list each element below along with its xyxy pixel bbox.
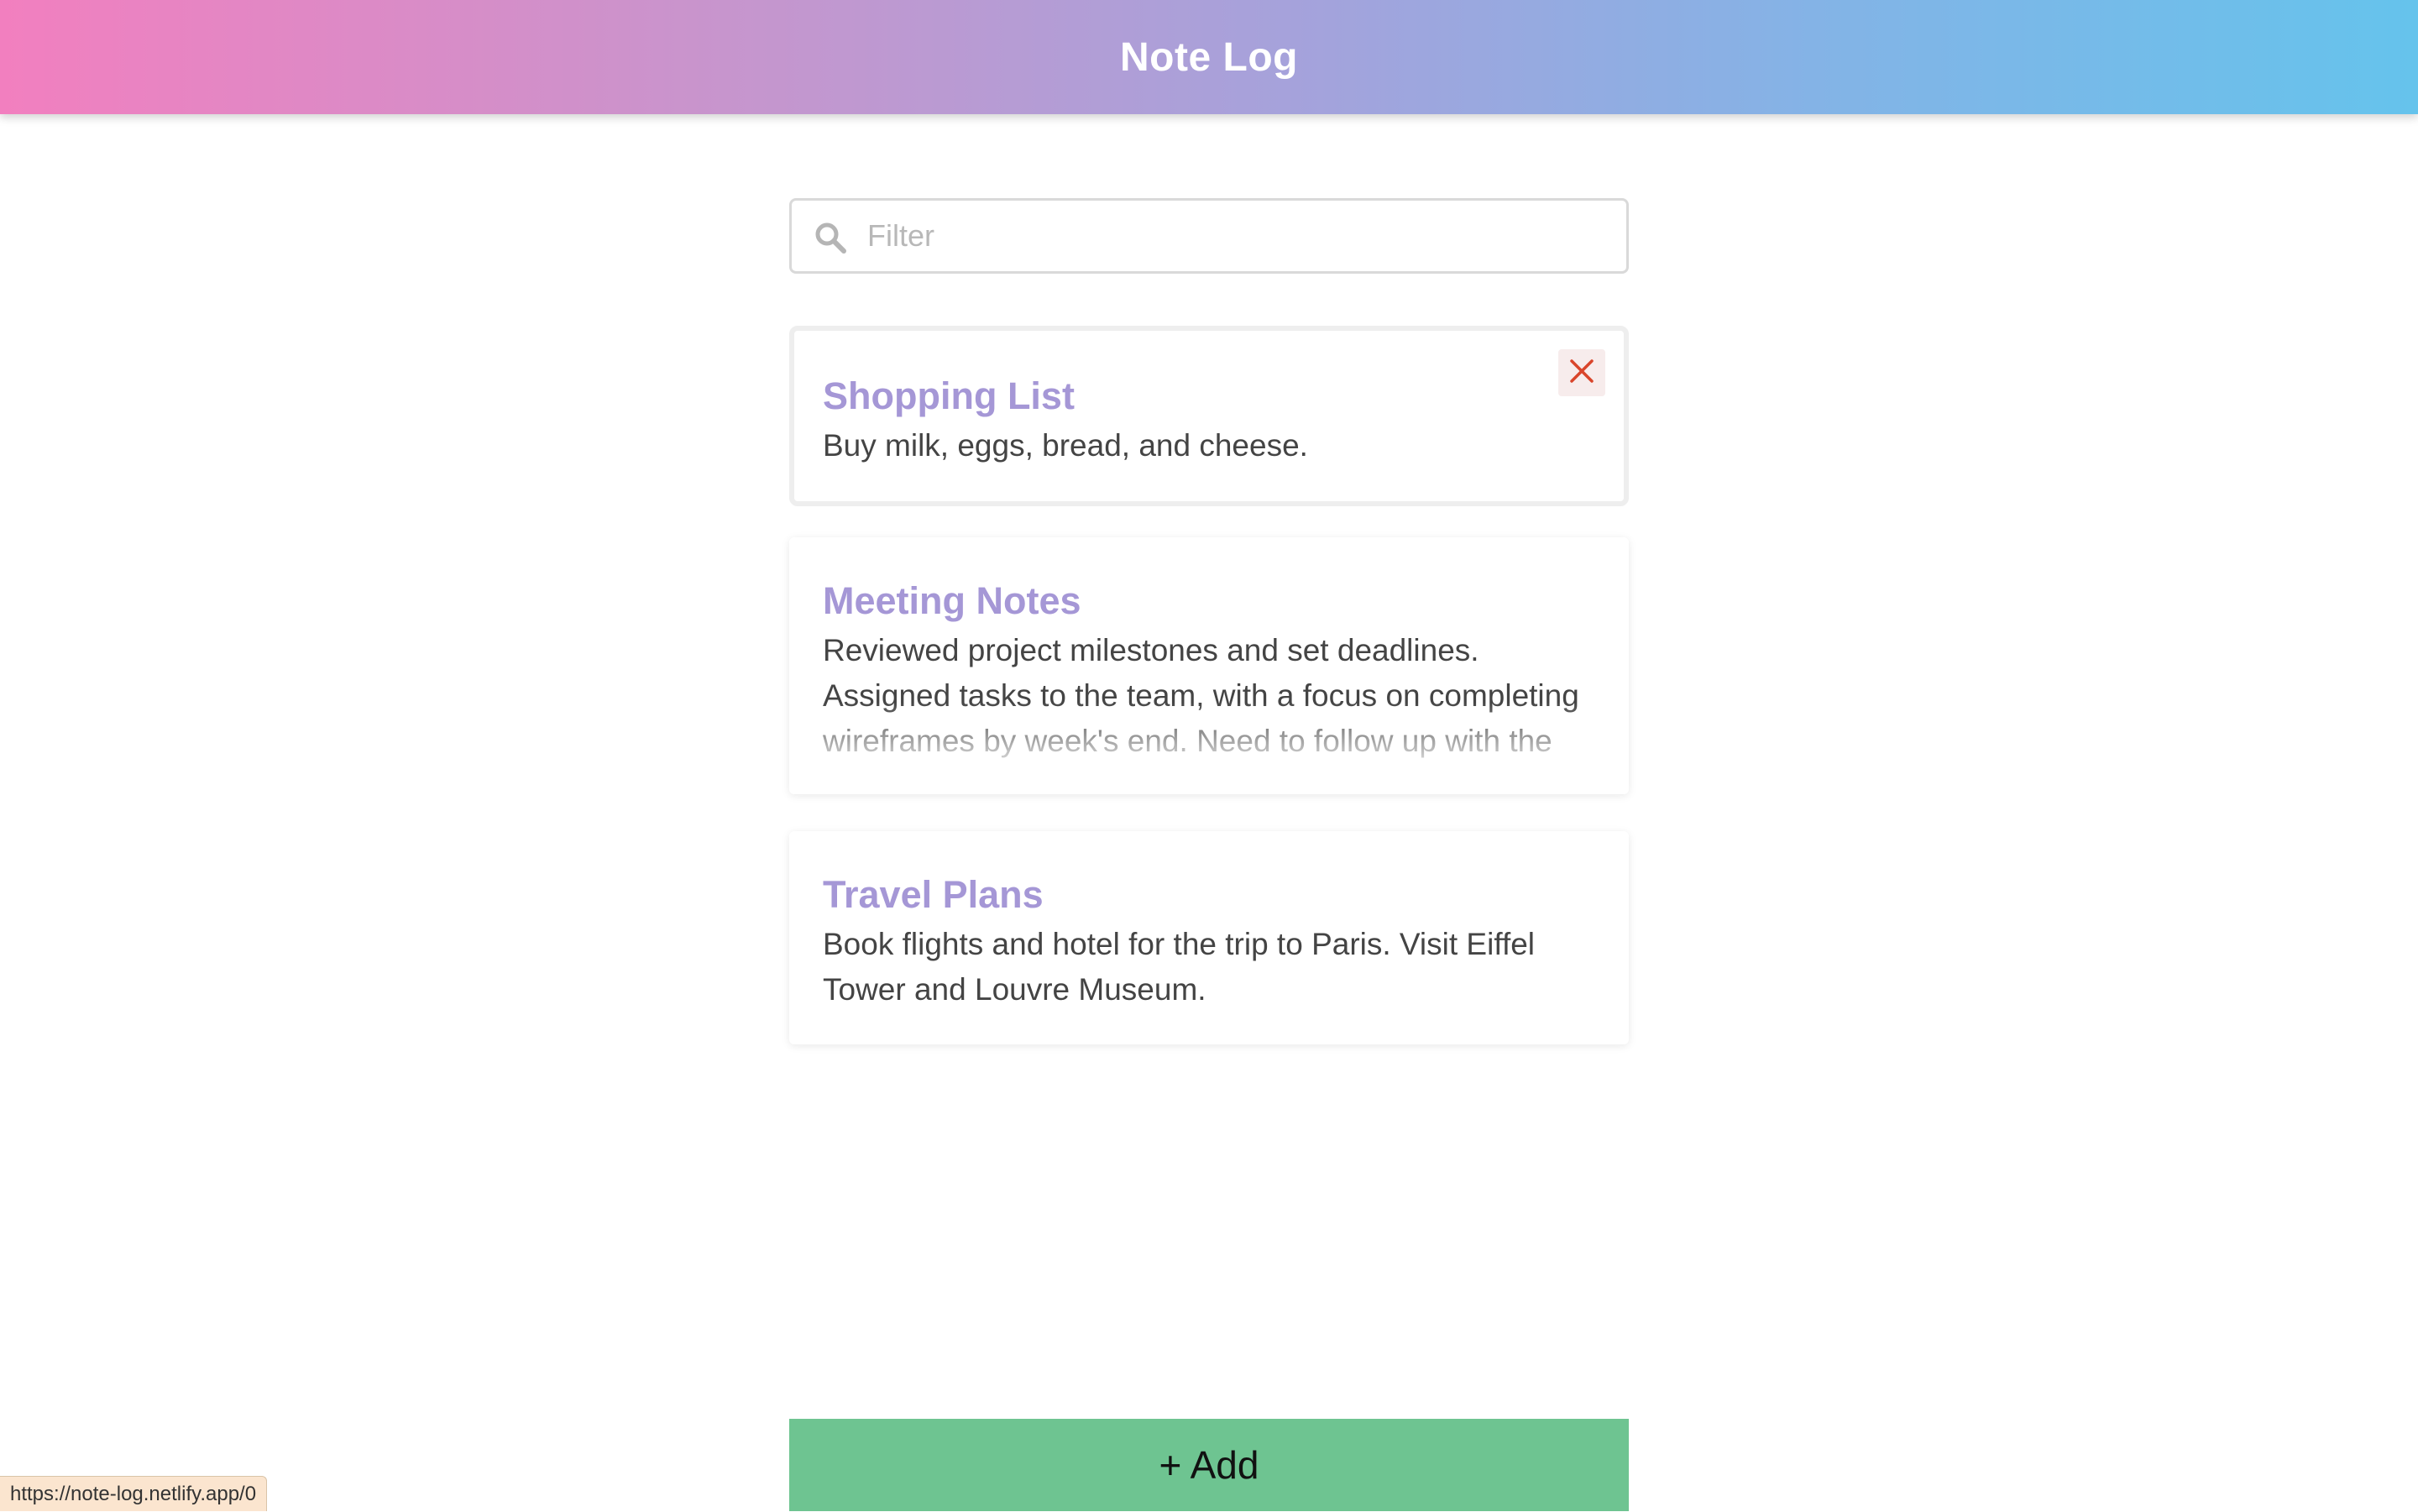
filter-input[interactable] xyxy=(867,201,1606,271)
delete-note-button[interactable] xyxy=(1558,349,1605,396)
app-header: Note Log xyxy=(0,0,2418,114)
note-title: Shopping List xyxy=(823,374,1075,417)
note-body: Buy milk, eggs, bread, and cheese. xyxy=(823,428,1308,463)
filter-box[interactable] xyxy=(789,198,1629,274)
add-note-button[interactable]: + Add xyxy=(789,1419,1629,1511)
note-card-meeting-notes[interactable]: Meeting Notes Reviewed project milestone… xyxy=(789,537,1629,794)
note-fade-overlay xyxy=(789,702,1629,794)
search-icon xyxy=(814,221,847,254)
note-title: Meeting Notes xyxy=(823,579,1081,622)
note-body: Book flights and hotel for the trip to P… xyxy=(823,927,1536,1007)
status-bar-url: https://note-log.netlify.app/0 xyxy=(0,1476,268,1511)
note-title: Travel Plans xyxy=(823,873,1044,916)
note-card-shopping-list[interactable]: Shopping List Buy milk, eggs, bread, and… xyxy=(789,326,1629,506)
close-icon xyxy=(1568,358,1595,389)
app-title: Note Log xyxy=(1120,34,1298,80)
note-card-travel-plans[interactable]: Travel Plans Book flights and hotel for … xyxy=(789,831,1629,1044)
